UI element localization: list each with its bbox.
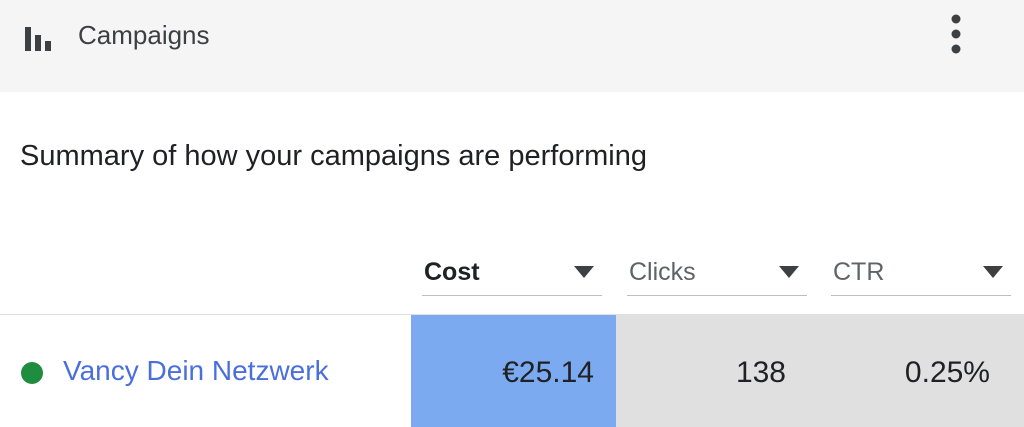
dropdown-arrow-icon[interactable]	[779, 266, 799, 278]
column-header-ctr[interactable]: CTR	[831, 252, 1011, 296]
cell-ctr: 0.25%	[820, 315, 1024, 427]
campaign-link[interactable]: Vancy Dein Netzwerk	[63, 353, 329, 389]
card-header: Campaigns	[0, 0, 1024, 92]
status-dot-icon	[21, 362, 43, 384]
clicks-value: 138	[735, 356, 786, 389]
table-row: Vancy Dein Netzwerk €25.14 138 0.25%	[0, 315, 1024, 427]
column-label-ctr: CTR	[833, 258, 885, 286]
bar-chart-icon	[22, 21, 56, 51]
cost-value: €25.14	[502, 356, 594, 389]
card-title: Campaigns	[78, 20, 210, 50]
dropdown-arrow-icon[interactable]	[574, 266, 594, 278]
ctr-value: 0.25%	[904, 356, 990, 389]
column-label-cost: Cost	[424, 258, 480, 286]
column-label-clicks: Clicks	[629, 258, 696, 286]
summary-heading: Summary of how your campaigns are perfor…	[20, 140, 647, 172]
cell-cost: €25.14	[411, 315, 616, 427]
column-header-clicks[interactable]: Clicks	[627, 252, 807, 296]
more-vert-icon[interactable]	[940, 12, 972, 58]
dropdown-arrow-icon[interactable]	[983, 266, 1003, 278]
column-header-cost[interactable]: Cost	[422, 252, 602, 296]
